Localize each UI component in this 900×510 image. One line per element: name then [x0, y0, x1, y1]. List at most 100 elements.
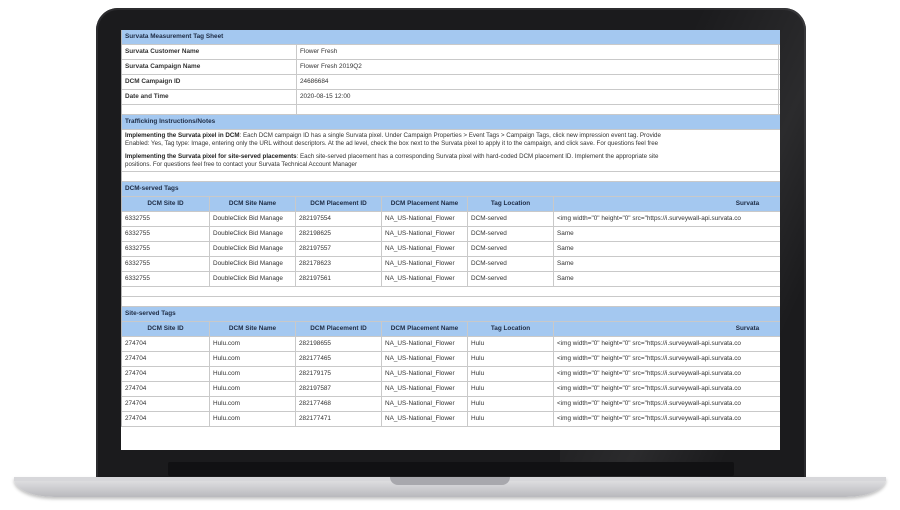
table-cell[interactable]: 6332755 — [122, 242, 210, 256]
table-cell[interactable]: 282197554 — [296, 212, 382, 226]
table-cell[interactable]: 282177465 — [296, 352, 382, 366]
empty-cell[interactable] — [122, 287, 780, 296]
table-cell[interactable]: DoubleClick Bid Manage — [210, 212, 296, 226]
table-cell[interactable]: DoubleClick Bid Manage — [210, 257, 296, 271]
site-section-title[interactable]: Site-served Tags — [122, 307, 780, 321]
column-header[interactable]: Tag Location — [468, 322, 554, 336]
dcm-header-row: DCM Site ID DCM Site Name DCM Placement … — [122, 197, 780, 212]
column-header[interactable]: Survata — [554, 197, 780, 211]
column-header[interactable]: DCM Site ID — [122, 322, 210, 336]
table-cell[interactable]: NA_US-National_Flower — [382, 272, 468, 286]
column-header[interactable]: Survata — [554, 322, 780, 336]
table-cell[interactable]: Same — [554, 227, 780, 241]
table-cell[interactable]: DCM-served — [468, 257, 554, 271]
table-cell[interactable]: DCM-served — [468, 227, 554, 241]
table-cell[interactable]: NA_US-National_Flower — [382, 337, 468, 351]
table-cell[interactable]: DoubleClick Bid Manage — [210, 227, 296, 241]
empty-cell[interactable] — [122, 172, 780, 181]
table-cell[interactable]: <img width="0" height="0" src="https://i… — [554, 382, 780, 396]
empty-cell[interactable] — [297, 105, 779, 114]
table-cell[interactable]: NA_US-National_Flower — [382, 227, 468, 241]
table-cell[interactable]: NA_US-National_Flower — [382, 242, 468, 256]
info-value[interactable]: Flower Fresh — [297, 45, 779, 59]
table-cell[interactable]: Hulu — [468, 352, 554, 366]
dcm-section-title[interactable]: DCM-served Tags — [122, 182, 780, 196]
empty-cell[interactable] — [122, 105, 297, 114]
table-cell[interactable]: 282177471 — [296, 412, 382, 426]
sheet-title[interactable]: Survata Measurement Tag Sheet — [122, 30, 780, 44]
table-cell[interactable]: 6332755 — [122, 272, 210, 286]
table-cell[interactable]: NA_US-National_Flower — [382, 412, 468, 426]
table-cell[interactable]: 282198655 — [296, 337, 382, 351]
table-cell[interactable]: DCM-served — [468, 212, 554, 226]
column-header[interactable]: DCM Placement ID — [296, 322, 382, 336]
table-cell[interactable]: 6332755 — [122, 212, 210, 226]
column-header[interactable]: DCM Placement ID — [296, 197, 382, 211]
table-cell[interactable]: Hulu.com — [210, 352, 296, 366]
table-cell[interactable]: 274704 — [122, 397, 210, 411]
table-cell[interactable]: 282197557 — [296, 242, 382, 256]
table-cell[interactable]: DoubleClick Bid Manage — [210, 272, 296, 286]
info-value[interactable]: 2020-08-15 12:00 — [297, 90, 779, 104]
column-header[interactable]: DCM Placement Name — [382, 322, 468, 336]
table-cell[interactable]: NA_US-National_Flower — [382, 352, 468, 366]
table-cell[interactable]: Hulu.com — [210, 412, 296, 426]
trafficking-title[interactable]: Trafficking Instructions/Notes — [122, 115, 780, 129]
column-header[interactable]: Tag Location — [468, 197, 554, 211]
table-cell[interactable]: 6332755 — [122, 227, 210, 241]
info-value[interactable]: 24686684 — [297, 75, 779, 89]
info-label[interactable]: Date and Time — [122, 90, 297, 104]
table-cell[interactable]: 274704 — [122, 337, 210, 351]
column-header[interactable]: DCM Site Name — [210, 322, 296, 336]
table-cell[interactable]: Hulu.com — [210, 367, 296, 381]
table-cell[interactable]: 6332755 — [122, 257, 210, 271]
table-cell[interactable]: <img width="0" height="0" src="https://i… — [554, 337, 780, 351]
table-cell[interactable]: Hulu.com — [210, 397, 296, 411]
table-cell[interactable]: Hulu — [468, 397, 554, 411]
table-cell[interactable]: NA_US-National_Flower — [382, 397, 468, 411]
table-cell[interactable]: 282179175 — [296, 367, 382, 381]
empty-cell[interactable] — [122, 297, 780, 306]
table-cell[interactable]: 274704 — [122, 367, 210, 381]
info-label[interactable]: DCM Campaign ID — [122, 75, 297, 89]
table-cell[interactable]: Hulu — [468, 337, 554, 351]
column-header[interactable]: DCM Site ID — [122, 197, 210, 211]
table-row: 274704 Hulu.com 282198655 NA_US-National_Fl… — [122, 337, 780, 352]
note-paragraph: Implementing the Survata pixel for site-… — [125, 153, 780, 169]
table-cell[interactable]: Same — [554, 242, 780, 256]
table-cell[interactable]: NA_US-National_Flower — [382, 212, 468, 226]
table-cell[interactable]: 282197561 — [296, 272, 382, 286]
column-header[interactable]: DCM Placement Name — [382, 197, 468, 211]
table-cell[interactable]: <img width="0" height="0" src="https://i… — [554, 212, 780, 226]
table-cell[interactable]: <img width="0" height="0" src="https://i… — [554, 367, 780, 381]
table-row: 274704 Hulu.com 282177468 NA_US-National_Fl… — [122, 397, 780, 412]
info-label[interactable]: Survata Customer Name — [122, 45, 297, 59]
table-cell[interactable]: Hulu.com — [210, 382, 296, 396]
info-label[interactable]: Survata Campaign Name — [122, 60, 297, 74]
table-cell[interactable]: 274704 — [122, 352, 210, 366]
table-cell[interactable]: 282198625 — [296, 227, 382, 241]
table-cell[interactable]: 282197587 — [296, 382, 382, 396]
table-cell[interactable]: Same — [554, 257, 780, 271]
info-value[interactable]: Flower Fresh 2019Q2 — [297, 60, 779, 74]
column-header[interactable]: DCM Site Name — [210, 197, 296, 211]
table-cell[interactable]: NA_US-National_Flower — [382, 257, 468, 271]
table-cell[interactable]: 274704 — [122, 382, 210, 396]
table-cell[interactable]: Hulu.com — [210, 337, 296, 351]
table-cell[interactable]: Same — [554, 272, 780, 286]
table-cell[interactable]: NA_US-National_Flower — [382, 382, 468, 396]
table-cell[interactable]: 282177468 — [296, 397, 382, 411]
table-cell[interactable]: DoubleClick Bid Manage — [210, 242, 296, 256]
table-cell[interactable]: Hulu — [468, 367, 554, 381]
trafficking-notes[interactable]: Implementing the Survata pixel in DCM: E… — [122, 130, 780, 172]
table-cell[interactable]: 274704 — [122, 412, 210, 426]
table-cell[interactable]: DCM-served — [468, 272, 554, 286]
table-cell[interactable]: <img width="0" height="0" src="https://i… — [554, 412, 780, 426]
table-cell[interactable]: Hulu — [468, 382, 554, 396]
table-cell[interactable]: NA_US-National_Flower — [382, 367, 468, 381]
table-cell[interactable]: <img width="0" height="0" src="https://i… — [554, 397, 780, 411]
table-cell[interactable]: DCM-served — [468, 242, 554, 256]
table-cell[interactable]: 282178623 — [296, 257, 382, 271]
table-cell[interactable]: <img width="0" height="0" src="https://i… — [554, 352, 780, 366]
table-cell[interactable]: Hulu — [468, 412, 554, 426]
